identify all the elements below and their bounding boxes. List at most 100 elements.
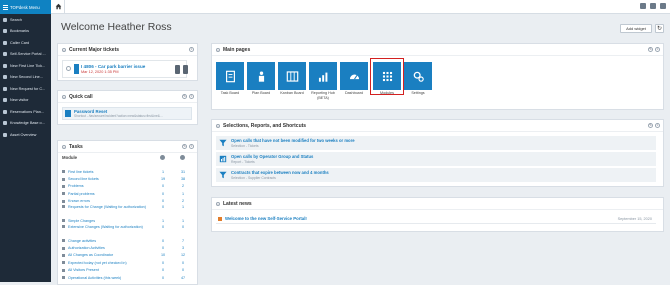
collapse-icon[interactable]: - [216, 201, 220, 206]
sidebar-item-assets[interactable]: Asset Overview [0, 129, 51, 141]
group-count[interactable]: 31 [178, 170, 188, 174]
edit-icon[interactable]: ✎ [182, 94, 187, 99]
group-count[interactable]: 1 [178, 205, 188, 209]
selection-item[interactable]: Contracts that expire between now and 4 … [216, 168, 656, 182]
group-count[interactable]: 7 [178, 239, 188, 243]
my-count[interactable]: 0 [158, 199, 168, 203]
group-count[interactable]: 1 [178, 219, 188, 223]
my-count[interactable]: 0 [158, 276, 168, 280]
refresh-icon[interactable]: ↻ [655, 24, 664, 33]
group-count[interactable]: 2 [178, 184, 188, 188]
task-row[interactable]: Change activities 0 7 [62, 237, 188, 244]
close-icon[interactable]: × [189, 144, 194, 149]
group-count[interactable]: 2 [178, 199, 188, 203]
tile-dashboard[interactable] [340, 62, 368, 90]
tile-task-board[interactable] [216, 62, 244, 90]
bell-icon[interactable] [650, 3, 656, 9]
close-icon[interactable]: × [655, 123, 660, 128]
sidebar-item-self-service[interactable]: Self-Service Portal ... [0, 49, 51, 61]
my-count[interactable]: 0 [158, 239, 168, 243]
task-row[interactable]: Requests for Change (Waiting for authori… [62, 205, 188, 216]
task-row[interactable]: Extensive Changes (Waiting for authoriza… [62, 225, 188, 236]
chart-icon [318, 72, 327, 82]
home-tab[interactable] [53, 0, 65, 13]
task-row[interactable]: Simple Changes 1 1 [62, 217, 188, 224]
my-count[interactable]: 1 [158, 219, 168, 223]
group-count[interactable]: 1 [178, 192, 188, 196]
user-settings-icon[interactable] [660, 3, 666, 9]
sidebar-item-label: New First Line Tick... [10, 63, 46, 68]
quick-call-item[interactable]: Password Reset Shortcut - /tas/secure/in… [62, 107, 192, 120]
edit-icon[interactable]: ✎ [648, 47, 653, 52]
group-count[interactable]: 0 [178, 225, 188, 229]
task-row[interactable]: First line tickets 1 31 [62, 168, 188, 175]
task-row[interactable]: Problems 0 2 [62, 183, 188, 190]
sidebar-item-visitor[interactable]: New visitor [0, 95, 51, 107]
group-count[interactable]: 47 [178, 276, 188, 280]
collapse-icon[interactable]: - [216, 47, 220, 52]
group-count[interactable]: 38 [178, 177, 188, 181]
task-row[interactable]: Second line tickets 19 38 [62, 175, 188, 182]
ticket-title[interactable]: I 4806 - Car park barrier issue [81, 64, 145, 69]
task-row[interactable]: Expected today (not yet checked in) 0 0 [62, 259, 188, 266]
my-count[interactable]: 0 [158, 192, 168, 196]
report-item[interactable]: Open calls by Operator Group and Status R… [216, 152, 656, 166]
menu-toggle[interactable]: TOPdesk Menu [0, 0, 51, 14]
task-label: Extensive Changes (Waiting for authoriza… [68, 225, 143, 229]
sidebar-item-bookmarks[interactable]: Bookmarks [0, 26, 51, 38]
sidebar-item-label: New Second Line... [10, 75, 43, 80]
task-label: Expected today (not yet checked in) [68, 260, 127, 265]
close-icon[interactable]: × [189, 47, 194, 52]
task-row[interactable]: All Changes as Coordinator 10 12 [62, 252, 188, 259]
group-count[interactable]: 0 [178, 268, 188, 272]
close-icon[interactable]: × [189, 94, 194, 99]
sidebar-item-second-line[interactable]: New Second Line... [0, 72, 51, 84]
my-count[interactable]: 0 [158, 246, 168, 250]
task-row[interactable]: All Visitors Present 0 0 [62, 267, 188, 274]
top-icons [640, 3, 666, 9]
tile-plan-board[interactable] [247, 62, 275, 90]
keyboard-icon[interactable] [640, 3, 646, 9]
task-row[interactable]: Authorization Activities 0 3 [62, 244, 188, 251]
my-count[interactable]: 0 [158, 205, 168, 209]
sidebar-item-request-change[interactable]: New Request for C... [0, 83, 51, 95]
collapse-icon[interactable]: - [62, 94, 66, 99]
ticket-action-button[interactable] [183, 65, 188, 74]
my-count[interactable]: 19 [158, 177, 168, 181]
collapse-icon[interactable]: - [62, 144, 66, 149]
tile-kanban-board[interactable] [278, 62, 306, 90]
task-row[interactable]: Operational Activities (this week) 0 47 [62, 274, 188, 281]
selection-item[interactable]: Open calls that have not been modified f… [216, 136, 656, 150]
search-icon [3, 17, 7, 22]
group-count[interactable]: 0 [178, 261, 188, 265]
group-count[interactable]: 3 [178, 246, 188, 250]
my-count[interactable]: 1 [158, 170, 168, 174]
tile-reporting-hub[interactable] [309, 62, 337, 90]
my-count[interactable]: 0 [158, 225, 168, 229]
close-icon[interactable]: × [655, 47, 660, 52]
major-ticket[interactable]: I 4806 - Car park barrier issue Mar 12, … [62, 60, 188, 78]
sidebar-item-search[interactable]: Search [0, 14, 51, 26]
expand-icon[interactable] [66, 66, 71, 71]
task-row[interactable]: Known errors 0 2 [62, 198, 188, 205]
collapse-icon[interactable]: - [62, 47, 66, 52]
sidebar-item-caller-card[interactable]: Caller Card [0, 37, 51, 49]
edit-icon[interactable]: ✎ [648, 123, 653, 128]
my-count[interactable]: 10 [158, 253, 168, 257]
collapse-icon[interactable]: - [216, 123, 220, 128]
my-count[interactable]: 0 [158, 184, 168, 188]
my-count[interactable]: 0 [158, 261, 168, 265]
add-widget-button[interactable]: Add widget [620, 24, 652, 33]
news-title[interactable]: Welcome to the new Self-Service Portal! [225, 216, 307, 221]
edit-icon[interactable]: ✎ [182, 144, 187, 149]
my-count[interactable]: 0 [158, 268, 168, 272]
report-subtitle: Report - Tickets [231, 160, 255, 164]
news-item[interactable]: Welcome to the new Self-Service Portal! … [216, 214, 656, 224]
sidebar-item-knowledge[interactable]: Knowledge Base o... [0, 118, 51, 130]
ticket-action-button[interactable] [175, 65, 180, 74]
group-count[interactable]: 12 [178, 253, 188, 257]
sidebar-item-first-line[interactable]: New First Line Tick... [0, 60, 51, 72]
tile-settings[interactable] [404, 62, 432, 90]
sidebar-item-reservations[interactable]: Reservations Plan... [0, 106, 51, 118]
task-row[interactable]: Partial problems 0 1 [62, 190, 188, 197]
